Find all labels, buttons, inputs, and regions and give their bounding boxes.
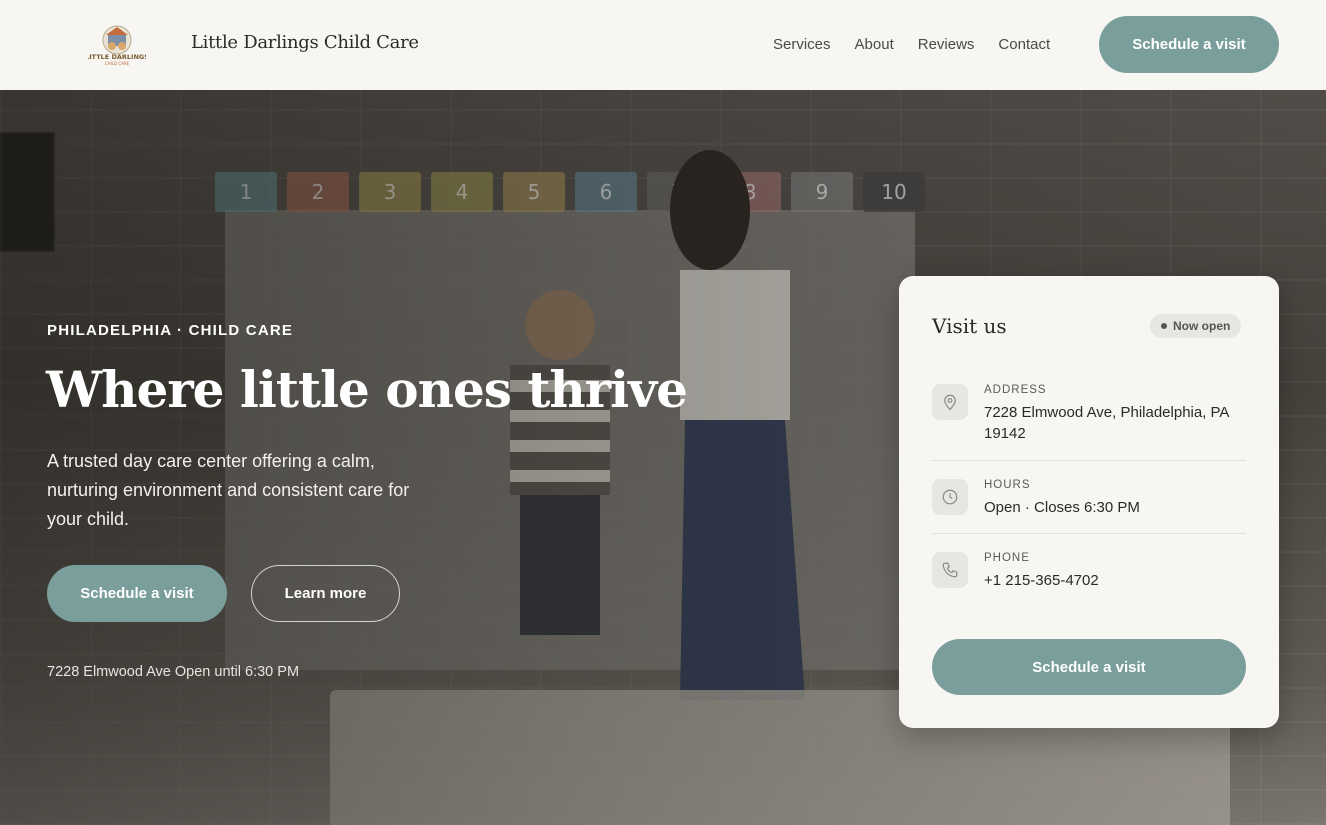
- nav-link-services[interactable]: Services: [773, 36, 831, 53]
- hero-location-hours: 7228 Elmwood Ave Open until 6:30 PM: [47, 664, 300, 680]
- phone-value[interactable]: +1 215-365-4702: [984, 570, 1246, 591]
- address-label: ADDRESS: [984, 384, 1047, 396]
- svg-text:LITTLE DARLINGS: LITTLE DARLINGS: [88, 53, 146, 61]
- status-dot-icon: [1161, 323, 1167, 329]
- hero-learn-more-button[interactable]: Learn more: [251, 565, 400, 622]
- brand-logo[interactable]: LITTLE DARLINGS CHILD CARE: [85, 22, 149, 68]
- hero-headline: Where little ones thrive: [46, 360, 688, 419]
- hero-subtext: A trusted day care center offering a cal…: [47, 451, 410, 529]
- svg-text:CHILD CARE: CHILD CARE: [105, 61, 130, 66]
- open-status-text: Now open: [1173, 319, 1231, 333]
- address-value[interactable]: 7228 Elmwood Ave, Philadelphia, PA 19142: [984, 402, 1246, 444]
- nav-link-reviews[interactable]: Reviews: [918, 36, 975, 53]
- map-pin-icon: [932, 384, 968, 420]
- hero-schedule-visit-button[interactable]: Schedule a visit: [47, 565, 227, 622]
- site-header: LITTLE DARLINGS CHILD CARE Little Darlin…: [0, 0, 1326, 90]
- hours-label: HOURS: [984, 479, 1031, 491]
- clock-icon: [932, 479, 968, 515]
- visit-us-card: Visit us Now open ADDRESS 7228 Elmwood A…: [899, 276, 1279, 728]
- phone-icon: [932, 552, 968, 588]
- open-status-badge: Now open: [1150, 314, 1242, 338]
- hero-section: 1 2 3 4 5 6 7 8 9 10 PHILADELPHIA · CHIL…: [0, 90, 1326, 825]
- visit-card-title: Visit us: [932, 314, 1007, 338]
- logo-graphic: LITTLE DARLINGS CHILD CARE: [85, 25, 149, 66]
- card-divider: [932, 460, 1246, 461]
- phone-label: PHONE: [984, 552, 1030, 564]
- card-divider: [932, 533, 1246, 534]
- nav-link-about[interactable]: About: [855, 36, 894, 53]
- main-nav: Services About Reviews Contact: [773, 36, 1074, 53]
- hero-eyebrow: PHILADELPHIA · CHILD CARE: [47, 322, 294, 339]
- header-schedule-visit-button[interactable]: Schedule a visit: [1099, 16, 1279, 73]
- card-schedule-visit-button[interactable]: Schedule a visit: [932, 639, 1246, 695]
- hours-value: Open · Closes 6:30 PM: [984, 499, 1140, 516]
- nav-link-contact[interactable]: Contact: [998, 36, 1050, 53]
- brand-name[interactable]: Little Darlings Child Care: [191, 32, 419, 53]
